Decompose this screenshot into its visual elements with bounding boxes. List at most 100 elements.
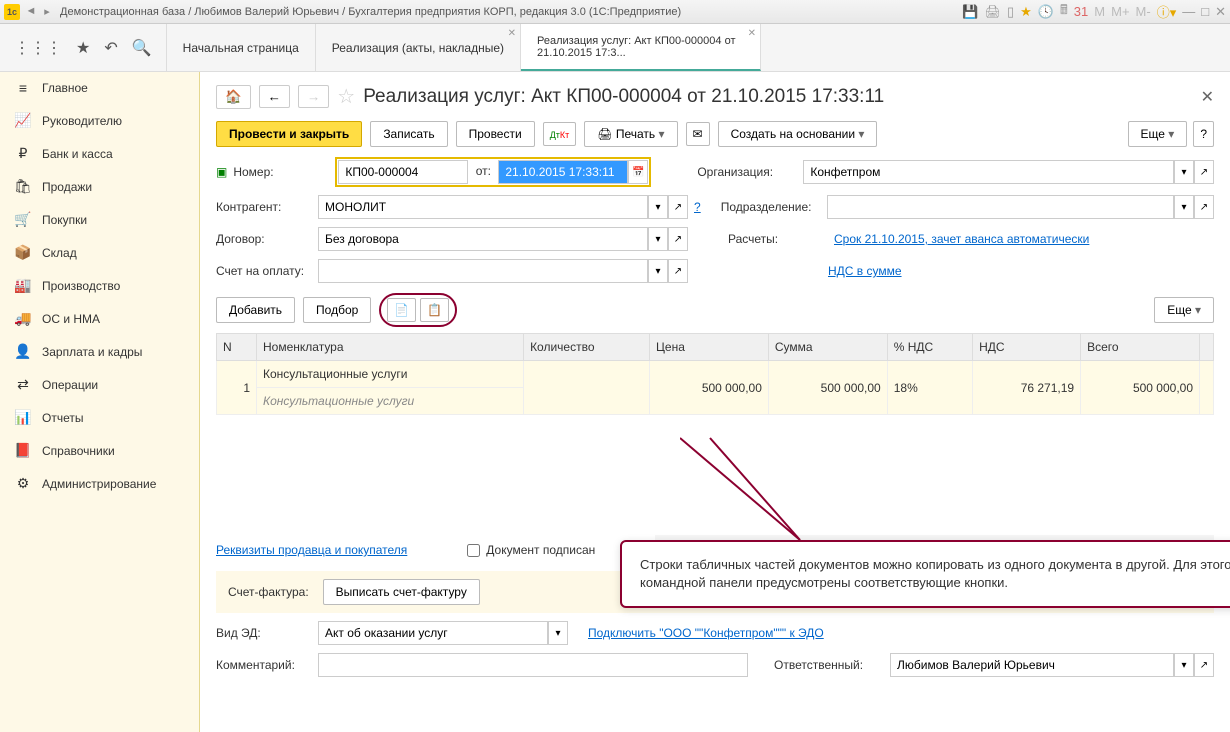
copy-rows-button[interactable]: 📄: [387, 298, 416, 322]
print-button[interactable]: 🖨 Печать: [584, 121, 677, 147]
dropdown-icon[interactable]: ▾: [1174, 195, 1194, 219]
dept-input[interactable]: [827, 195, 1174, 219]
dropdown-icon[interactable]: ▾: [648, 195, 668, 219]
doc-type-input[interactable]: [318, 621, 548, 645]
issue-invoice-button[interactable]: Выписать счет-фактуру: [323, 579, 480, 605]
col-sum[interactable]: Сумма: [768, 334, 887, 361]
col-vatpct[interactable]: % НДС: [887, 334, 972, 361]
sidebar-item-operations[interactable]: ⇄Операции: [0, 368, 199, 401]
open-icon[interactable]: ↗: [668, 259, 688, 283]
signed-checkbox-label[interactable]: Документ подписан: [467, 543, 595, 557]
maximize-icon[interactable]: □: [1201, 4, 1209, 19]
sidebar-item-hr[interactable]: 👤Зарплата и кадры: [0, 335, 199, 368]
sidebar-item-reports[interactable]: 📊Отчеты: [0, 401, 199, 434]
sidebar-item-admin[interactable]: ⚙Администрирование: [0, 467, 199, 500]
col-total[interactable]: Всего: [1081, 334, 1200, 361]
star-icon[interactable]: ★: [76, 38, 90, 58]
open-icon[interactable]: ↗: [1194, 160, 1214, 184]
cart-icon: 🛒: [14, 211, 32, 228]
post-button[interactable]: Провести: [456, 121, 535, 147]
write-button[interactable]: Записать: [370, 121, 447, 147]
tab-home[interactable]: Начальная страница: [167, 24, 316, 71]
seller-buyer-link[interactable]: Реквизиты продавца и покупателя: [216, 543, 407, 557]
signed-checkbox[interactable]: [467, 544, 480, 557]
dropdown-icon[interactable]: ▾: [648, 259, 668, 283]
dropdown-icon[interactable]: ▾: [1174, 653, 1194, 677]
search-icon[interactable]: 🔍: [132, 38, 152, 58]
date-input[interactable]: [498, 160, 628, 184]
forward-button[interactable]: →: [298, 85, 329, 108]
open-icon[interactable]: ↗: [1194, 653, 1214, 677]
open-icon[interactable]: ↗: [668, 227, 688, 251]
dt-kt-button[interactable]: ДтКт: [543, 122, 577, 146]
save-icon[interactable]: 💾: [962, 4, 978, 20]
close-icon[interactable]: ✕: [1215, 4, 1226, 20]
tab-close-icon[interactable]: ✕: [748, 28, 756, 39]
col-name[interactable]: Номенклатура: [257, 334, 524, 361]
responsible-input[interactable]: [890, 653, 1174, 677]
minimize-icon[interactable]: —: [1182, 4, 1195, 19]
calc-link[interactable]: Срок 21.10.2015, зачет аванса автоматиче…: [834, 232, 1089, 246]
tab-close-icon[interactable]: ✕: [508, 28, 516, 39]
dept-label: Подразделение:: [721, 200, 821, 214]
m-plus-icon[interactable]: M+: [1111, 4, 1129, 19]
col-n[interactable]: N: [217, 334, 257, 361]
invoice-input[interactable]: [318, 259, 648, 283]
calendar-icon[interactable]: 31: [1074, 4, 1088, 19]
col-price[interactable]: Цена: [650, 334, 769, 361]
compare-icon[interactable]: ▯: [1007, 4, 1014, 20]
contract-input[interactable]: [318, 227, 648, 251]
calc-icon[interactable]: 🖩: [1060, 1, 1068, 23]
sidebar-item-bank[interactable]: ₽Банк и касса: [0, 137, 199, 170]
m-icon[interactable]: M: [1094, 4, 1105, 19]
calendar-btn[interactable]: 📅: [628, 160, 648, 184]
table-more-button[interactable]: Еще: [1154, 297, 1214, 323]
info-icon[interactable]: ⓘ▾: [1157, 2, 1177, 21]
tab-document[interactable]: Реализация услуг: Акт КП00-000004 от 21.…: [521, 24, 761, 71]
more-button[interactable]: Еще: [1128, 121, 1188, 147]
fav-icon[interactable]: ★: [1020, 4, 1032, 20]
col-vat[interactable]: НДС: [973, 334, 1081, 361]
mail-button[interactable]: ✉: [686, 122, 710, 146]
number-input[interactable]: [338, 160, 468, 184]
add-row-button[interactable]: Добавить: [216, 297, 295, 323]
dropdown-icon[interactable]: ▾: [1174, 160, 1194, 184]
m-minus-icon[interactable]: M-: [1136, 4, 1151, 19]
partner-input[interactable]: [318, 195, 648, 219]
edo-link[interactable]: Подключить "ООО ""Конфетпром""" к ЭДО: [588, 626, 824, 640]
sidebar-item-main[interactable]: ≡Главное: [0, 72, 199, 104]
dropdown-icon[interactable]: ▾: [548, 621, 568, 645]
favorite-toggle-icon[interactable]: ☆: [337, 84, 355, 109]
vat-link[interactable]: НДС в сумме: [828, 264, 902, 278]
dropdown-icon[interactable]: ▾: [648, 227, 668, 251]
pick-button[interactable]: Подбор: [303, 297, 371, 323]
create-based-button[interactable]: Создать на основании: [718, 121, 878, 147]
help-button[interactable]: ?: [1193, 121, 1214, 147]
nav-fwd-icon[interactable]: ▸: [40, 5, 54, 18]
history-icon[interactable]: 🕓: [1038, 4, 1054, 20]
clipboard-icon[interactable]: ↶: [104, 38, 117, 58]
post-and-close-button[interactable]: Провести и закрыть: [216, 121, 362, 147]
tab-sales[interactable]: Реализация (акты, накладные)✕: [316, 24, 521, 71]
sidebar-item-manager[interactable]: 📈Руководителю: [0, 104, 199, 137]
apps-icon[interactable]: ⋮⋮⋮: [14, 38, 62, 58]
sidebar-item-assets[interactable]: 🚚ОС и НМА: [0, 302, 199, 335]
comment-input[interactable]: [318, 653, 748, 677]
sidebar-item-warehouse[interactable]: 📦Склад: [0, 236, 199, 269]
col-qty[interactable]: Количество: [524, 334, 650, 361]
print-icon[interactable]: 🖨: [984, 4, 1001, 20]
open-icon[interactable]: ↗: [1194, 195, 1214, 219]
paste-rows-button[interactable]: 📋: [420, 298, 449, 322]
org-input[interactable]: [803, 160, 1174, 184]
sidebar-item-production[interactable]: 🏭Производство: [0, 269, 199, 302]
nav-back-icon[interactable]: ◄: [24, 5, 38, 18]
open-icon[interactable]: ↗: [668, 195, 688, 219]
partner-help[interactable]: ?: [694, 200, 701, 214]
sidebar-item-sales[interactable]: 🛍Продажи: [0, 170, 199, 203]
home-button[interactable]: 🏠: [216, 85, 251, 109]
table-row[interactable]: 1 Консультационные услуги 500 000,00 500…: [217, 361, 1214, 388]
sidebar-item-catalogs[interactable]: 📕Справочники: [0, 434, 199, 467]
sidebar-item-purchases[interactable]: 🛒Покупки: [0, 203, 199, 236]
back-button[interactable]: ←: [259, 85, 290, 108]
page-close-icon[interactable]: ✕: [1201, 87, 1214, 107]
